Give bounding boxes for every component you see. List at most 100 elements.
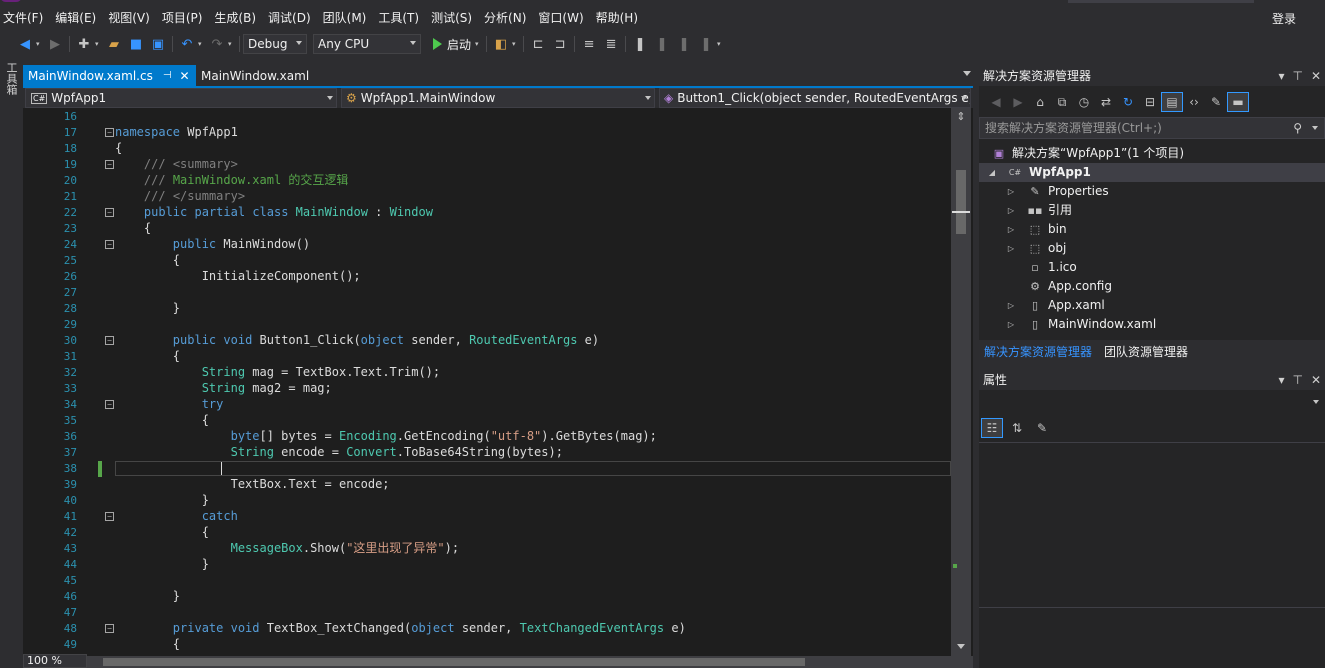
- sync-icon[interactable]: ⇄: [1095, 92, 1117, 112]
- refresh-icon[interactable]: ↻: [1117, 92, 1139, 112]
- menu-item-11[interactable]: 帮助(H): [593, 9, 647, 26]
- configuration-select[interactable]: Debug: [243, 34, 307, 54]
- expand-arrow-icon[interactable]: ▷: [1006, 201, 1016, 220]
- scroll-down-icon[interactable]: [957, 644, 965, 649]
- collapse-arrow-icon[interactable]: ◢: [987, 163, 997, 182]
- menu-item-0[interactable]: 文件(F): [0, 9, 52, 26]
- home-icon[interactable]: ⌂: [1029, 92, 1051, 112]
- menu-item-1[interactable]: 编辑(E): [52, 9, 105, 26]
- pin-icon[interactable]: ⊤: [1292, 66, 1302, 86]
- tree-project-node[interactable]: ◢ C# WpfApp1: [979, 163, 1325, 182]
- pin-icon[interactable]: ⊤: [1292, 370, 1302, 390]
- collapse-all-icon[interactable]: ⊟: [1139, 92, 1161, 112]
- back-icon[interactable]: ◀: [985, 92, 1007, 112]
- fold-toggle-icon[interactable]: −: [105, 128, 114, 137]
- back-dropdown-icon[interactable]: ▾: [36, 40, 44, 48]
- tree-item[interactable]: ▷ ▯ App.xaml: [979, 296, 1325, 315]
- save-all-icon[interactable]: ▣: [147, 34, 169, 54]
- zoom-select[interactable]: 100 %: [23, 654, 87, 668]
- fold-toggle-icon[interactable]: −: [105, 208, 114, 217]
- toolbox-strip[interactable]: 工具箱: [0, 60, 22, 668]
- project-select[interactable]: C# WpfApp1: [25, 88, 337, 108]
- code-editor[interactable]: 16 17− namespace WpfApp1 18{19− /// <summar…: [23, 108, 973, 656]
- property-pages-icon[interactable]: ✎: [1031, 418, 1053, 438]
- editor-horizontal-scrollbar[interactable]: 100 %: [23, 654, 973, 668]
- tab-overflow-icon[interactable]: [963, 71, 971, 76]
- menu-item-3[interactable]: 项目(P): [159, 9, 212, 26]
- alphabetical-icon[interactable]: ⇅: [1006, 418, 1028, 438]
- member-select[interactable]: ◈ Button1_Click(object sender, RoutedEve…: [659, 88, 971, 108]
- solution-search-input[interactable]: 搜索解决方案资源管理器(Ctrl+;) ⚲: [979, 117, 1325, 139]
- uncomment-icon[interactable]: ≣: [600, 34, 622, 54]
- expand-arrow-icon[interactable]: ▷: [1006, 239, 1016, 258]
- menu-item-9[interactable]: 分析(N): [481, 9, 535, 26]
- open-icon[interactable]: ▰: [103, 34, 125, 54]
- fold-toggle-icon[interactable]: −: [105, 160, 114, 169]
- fold-toggle-icon[interactable]: −: [105, 400, 114, 409]
- bookmark-icon[interactable]: ❚: [629, 34, 651, 54]
- menu-item-7[interactable]: 工具(T): [375, 9, 428, 26]
- scrollbar-thumb[interactable]: [956, 170, 966, 234]
- categorized-icon[interactable]: ☷: [981, 418, 1003, 438]
- start-button[interactable]: 启动: [429, 36, 475, 53]
- menu-item-10[interactable]: 窗口(W): [535, 9, 592, 26]
- back-icon[interactable]: ◀: [14, 34, 36, 54]
- step-over-icon[interactable]: ⊐: [549, 34, 571, 54]
- switch-views-icon[interactable]: ⧉: [1051, 92, 1073, 112]
- platform-select[interactable]: Any CPU: [313, 34, 421, 54]
- tree-item[interactable]: ▷ ⬚ obj: [979, 239, 1325, 258]
- menu-item-8[interactable]: 测试(S): [428, 9, 481, 26]
- property-grid[interactable]: [979, 442, 1325, 608]
- type-select[interactable]: ⚙ WpfApp1.MainWindow: [341, 88, 655, 108]
- fold-toggle-icon[interactable]: −: [105, 240, 114, 249]
- undo-icon[interactable]: ↶: [176, 34, 198, 54]
- expand-arrow-icon[interactable]: ▷: [1006, 220, 1016, 239]
- new-project-icon[interactable]: ✚: [73, 34, 95, 54]
- menu-item-5[interactable]: 调试(D): [265, 9, 320, 26]
- fold-toggle-icon[interactable]: −: [105, 336, 114, 345]
- properties-wrench-icon[interactable]: ✎: [1205, 92, 1227, 112]
- tab-mainwindow-xaml-cs[interactable]: MainWindow.xaml.cs ⊣ ✕: [23, 65, 196, 86]
- menu-item-2[interactable]: 视图(V): [105, 9, 159, 26]
- tab-mainwindow-xaml[interactable]: MainWindow.xaml: [196, 65, 336, 86]
- clear-bookmarks-icon[interactable]: ❚: [695, 34, 717, 54]
- tab-solution-explorer[interactable]: 解决方案资源管理器: [984, 343, 1092, 360]
- tree-item[interactable]: ▷ ⬚ bin: [979, 220, 1325, 239]
- tree-item[interactable]: ⚙ App.config: [979, 277, 1325, 296]
- tab-team-explorer[interactable]: 团队资源管理器: [1104, 343, 1188, 360]
- tree-item[interactable]: ▷ ✎ Properties: [979, 182, 1325, 201]
- prev-bookmark-icon[interactable]: ❚: [651, 34, 673, 54]
- comment-icon[interactable]: ≡: [578, 34, 600, 54]
- close-icon[interactable]: ✕: [1311, 66, 1321, 86]
- next-bookmark-icon[interactable]: ❚: [673, 34, 695, 54]
- step-icon[interactable]: ⊏: [527, 34, 549, 54]
- find-icon[interactable]: ◧: [490, 34, 512, 54]
- tree-item[interactable]: ▷ ▪▪ 引用: [979, 201, 1325, 220]
- menu-item-6[interactable]: 团队(M): [320, 9, 376, 26]
- menu-item-4[interactable]: 生成(B): [211, 9, 265, 26]
- login-link[interactable]: 登录: [1272, 10, 1296, 27]
- toolbar-overflow-icon[interactable]: ▾: [717, 40, 725, 48]
- properties-object-select[interactable]: [979, 394, 1325, 410]
- forward-icon[interactable]: ▶: [1007, 92, 1029, 112]
- redo-icon[interactable]: ↷: [206, 34, 228, 54]
- pending-changes-icon[interactable]: ◷: [1073, 92, 1095, 112]
- preview-icon[interactable]: ▬: [1227, 92, 1249, 112]
- search-icon[interactable]: ⚲: [1293, 118, 1302, 138]
- close-icon[interactable]: ✕: [1311, 370, 1321, 390]
- split-icon[interactable]: ⇕: [955, 111, 967, 123]
- window-position-icon[interactable]: ▾: [1278, 370, 1284, 390]
- pin-icon[interactable]: ⊣: [163, 70, 172, 81]
- find-dropdown-icon[interactable]: ▾: [512, 40, 520, 48]
- expand-arrow-icon[interactable]: ▷: [1006, 315, 1016, 334]
- forward-icon[interactable]: ▶: [44, 34, 66, 54]
- show-all-files-icon[interactable]: ▤: [1161, 92, 1183, 112]
- toolbox-label[interactable]: 工具箱: [4, 62, 18, 95]
- tree-solution-node[interactable]: ▣ 解决方案“WpfApp1”(1 个项目): [979, 144, 1325, 163]
- tree-item[interactable]: ▷ ▯ MainWindow.xaml: [979, 315, 1325, 334]
- editor-vertical-scrollbar[interactable]: ⇕: [951, 108, 971, 656]
- fold-toggle-icon[interactable]: −: [105, 512, 114, 521]
- fold-toggle-icon[interactable]: −: [105, 624, 114, 633]
- expand-arrow-icon[interactable]: ▷: [1006, 296, 1016, 315]
- undo-dropdown-icon[interactable]: ▾: [198, 40, 206, 48]
